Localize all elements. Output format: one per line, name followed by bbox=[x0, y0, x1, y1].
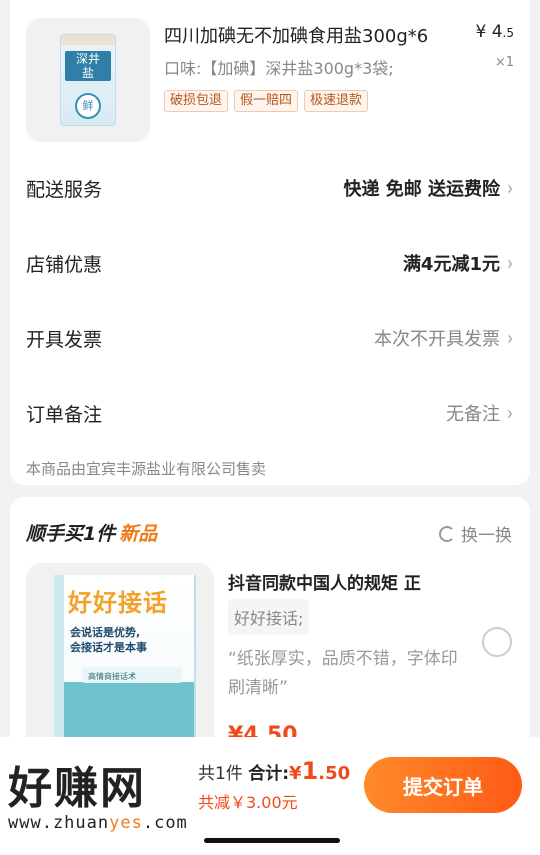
reco-select-radio[interactable] bbox=[482, 627, 512, 657]
chevron-right-icon: › bbox=[507, 251, 513, 275]
refresh-icon bbox=[439, 525, 455, 542]
reco-item-variant[interactable]: 好好接话; bbox=[228, 599, 310, 635]
watermark-url-a: www.zhuan bbox=[8, 813, 110, 833]
site-watermark: 好赚网 www.zhuanyes.com bbox=[8, 763, 188, 834]
reco-item-thumbnail[interactable]: 好好接话 会说话是优势, 会接话才是本事 高情商接话术 bbox=[26, 563, 214, 753]
row-order-note[interactable]: 订单备注 无备注 › bbox=[26, 393, 514, 433]
price-int: 4 bbox=[491, 22, 503, 42]
total-line: 共1件 合计:¥1.50 bbox=[198, 757, 350, 785]
chevron-right-icon: › bbox=[507, 326, 513, 350]
row-value-text: 无备注 bbox=[446, 404, 500, 425]
book-cover-subtitle: 会说话是优势, 会接话才是本事 bbox=[70, 625, 147, 655]
watermark-url-highlight: yes bbox=[109, 813, 143, 833]
watermark-url: www.zhuanyes.com bbox=[8, 813, 188, 833]
total-amount: ¥1.50 bbox=[289, 757, 351, 785]
chevron-right-icon: › bbox=[507, 176, 513, 200]
price-symbol: ¥ bbox=[475, 22, 487, 42]
reco-heading: 顺手买1件 新品 bbox=[26, 519, 157, 546]
row-label: 店铺优惠 bbox=[26, 253, 103, 276]
row-label: 开具发票 bbox=[26, 328, 103, 351]
book-cover-image: 好好接话 会说话是优势, 会接话才是本事 高情商接话术 bbox=[54, 575, 194, 753]
row-store-discount[interactable]: 店铺优惠 满4元减1元 › bbox=[26, 243, 514, 283]
product-price: ¥ 4.5 bbox=[475, 22, 514, 42]
home-indicator[interactable] bbox=[204, 838, 340, 843]
row-value-text: 快递 免邮 送运费险 bbox=[343, 179, 500, 200]
submit-order-button[interactable]: 提交订单 bbox=[364, 757, 522, 813]
tag-damage-refund: 破损包退 bbox=[164, 90, 229, 112]
row-value-text: 本次不开具发票 bbox=[374, 329, 500, 350]
row-label: 订单备注 bbox=[26, 403, 103, 426]
tag-fake-compensation: 假一赔四 bbox=[234, 90, 299, 112]
order-product-card: 深井 盐 鲜 四川加碘无不加碘食用盐300g*6 ¥ 4.5 口味:【加碘】深井… bbox=[10, 0, 530, 485]
total-discount: 共减￥3.00元 bbox=[198, 793, 298, 812]
swap-button[interactable]: 换一换 bbox=[439, 521, 512, 546]
product-title[interactable]: 四川加碘无不加碘食用盐300g*6 bbox=[164, 22, 428, 48]
item-count: 共1件 bbox=[198, 764, 243, 784]
product-thumbnail[interactable]: 深井 盐 鲜 bbox=[26, 18, 150, 142]
tag-fast-refund: 极速退款 bbox=[304, 90, 369, 112]
total-label: 合计: bbox=[248, 764, 290, 784]
reco-title: 顺手买1件 bbox=[26, 523, 116, 545]
product-variant[interactable]: 口味:【加碘】深井盐300g*3袋; bbox=[164, 55, 394, 79]
seller-info: 本商品由宜宾丰源盐业有限公司售卖 bbox=[26, 460, 267, 478]
reco-item-title[interactable]: 抖音同款中国人的规矩 正 bbox=[228, 569, 421, 594]
reco-new-badge: 新品 bbox=[119, 523, 158, 545]
book-cover-title: 好好接话 bbox=[68, 589, 168, 617]
row-value-text: 满4元减1元 bbox=[402, 254, 500, 275]
salt-bag-brand: 深井 盐 bbox=[65, 51, 111, 81]
book-cover-caption: 高情商接话术 bbox=[88, 672, 136, 681]
watermark-text: 好赚网 bbox=[8, 763, 146, 814]
book-subtitle-line-1: 会说话是优势, bbox=[70, 626, 141, 639]
product-quantity: ×1 bbox=[494, 55, 514, 70]
chevron-right-icon: › bbox=[507, 401, 513, 425]
salt-fresh-badge: 鲜 bbox=[75, 93, 101, 119]
total-symbol: ¥ bbox=[289, 763, 302, 784]
service-tags: 破损包退 假一赔四 极速退款 bbox=[164, 90, 369, 112]
salt-bag-top bbox=[61, 35, 115, 45]
row-value: 满4元减1元 › bbox=[403, 250, 514, 276]
row-value: 快递 免邮 送运费险 › bbox=[343, 175, 514, 201]
total-int: 1 bbox=[301, 757, 319, 785]
watermark-url-b: .com bbox=[142, 813, 188, 833]
salt-bag-image: 深井 盐 鲜 bbox=[60, 34, 116, 126]
total-dec: .50 bbox=[318, 763, 351, 784]
row-label: 配送服务 bbox=[26, 178, 103, 201]
price-dec: .5 bbox=[502, 26, 514, 40]
row-value: 无备注 › bbox=[446, 400, 514, 426]
salt-brand-line-2: 盐 bbox=[81, 66, 94, 80]
reco-item-review-quote: “纸张厚实，品质不错，字体印刷清晰” bbox=[228, 649, 458, 698]
row-delivery-service[interactable]: 配送服务 快递 免邮 送运费险 › bbox=[26, 168, 514, 208]
order-summary: 共1件 合计:¥1.50 共减￥3.00元 bbox=[198, 757, 350, 813]
book-subtitle-line-2: 会接话才是本事 bbox=[70, 641, 147, 654]
swap-label: 换一换 bbox=[461, 526, 512, 546]
row-value: 本次不开具发票 › bbox=[374, 325, 514, 351]
row-invoice[interactable]: 开具发票 本次不开具发票 › bbox=[26, 318, 514, 358]
salt-brand-line-1: 深井 bbox=[75, 52, 100, 66]
